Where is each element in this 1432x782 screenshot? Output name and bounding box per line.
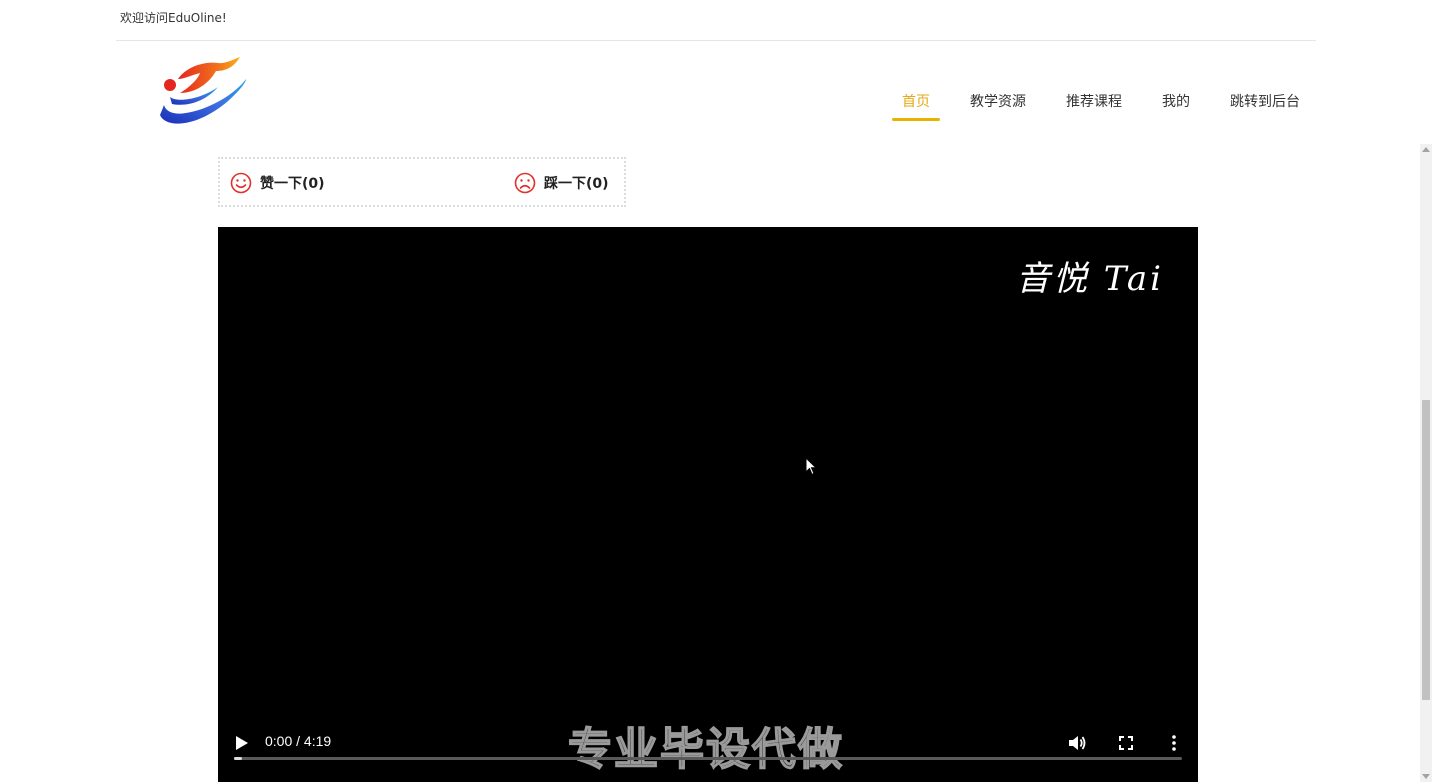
welcome-text: 欢迎访问EduOline! — [120, 11, 227, 25]
more-options-icon[interactable] — [1163, 732, 1185, 754]
main-nav: 首页 教学资源 推荐课程 我的 跳转到后台 — [862, 79, 1300, 121]
top-bar: 欢迎访问EduOline! — [116, 0, 1316, 41]
scroll-up-arrow-icon[interactable] — [1422, 147, 1430, 152]
dislike-label: 踩一下(0) — [544, 176, 609, 192]
scroll-down-arrow-icon[interactable] — [1422, 774, 1430, 779]
header: 首页 教学资源 推荐课程 我的 跳转到后台 — [116, 41, 1316, 131]
dislike-button[interactable]: 踩一下(0) — [514, 172, 609, 194]
smile-icon — [230, 172, 252, 194]
video-time: 0:00 / 4:19 — [265, 733, 332, 749]
video-progress-bar[interactable] — [234, 757, 1182, 760]
video-controls: 0:00 / 4:19 — [218, 712, 1198, 782]
video-player[interactable]: 音悦 Tai 专业毕设代做 0:00 / 4:19 — [218, 227, 1198, 782]
fullscreen-icon[interactable] — [1115, 732, 1137, 754]
video-watermark-top: 音悦 Tai — [1016, 259, 1164, 299]
like-label: 赞一下(0) — [260, 176, 325, 192]
video-progress-fill — [234, 757, 242, 760]
nav-mine[interactable]: 我的 — [1162, 79, 1190, 121]
mouse-cursor-icon — [805, 457, 817, 476]
scroll-thumb[interactable] — [1422, 400, 1430, 700]
nav-home[interactable]: 首页 — [892, 79, 940, 121]
like-button[interactable]: 赞一下(0) — [230, 172, 325, 194]
play-icon[interactable] — [234, 734, 250, 752]
site-logo[interactable] — [156, 57, 248, 129]
vote-panel: 赞一下(0) 踩一下(0) — [218, 157, 626, 207]
page-scrollbar[interactable] — [1420, 144, 1432, 782]
frown-icon — [514, 172, 536, 194]
nav-admin[interactable]: 跳转到后台 — [1230, 79, 1300, 121]
volume-icon[interactable] — [1066, 732, 1088, 754]
nav-teaching-resources[interactable]: 教学资源 — [970, 79, 1026, 121]
nav-recommended-courses[interactable]: 推荐课程 — [1066, 79, 1122, 121]
